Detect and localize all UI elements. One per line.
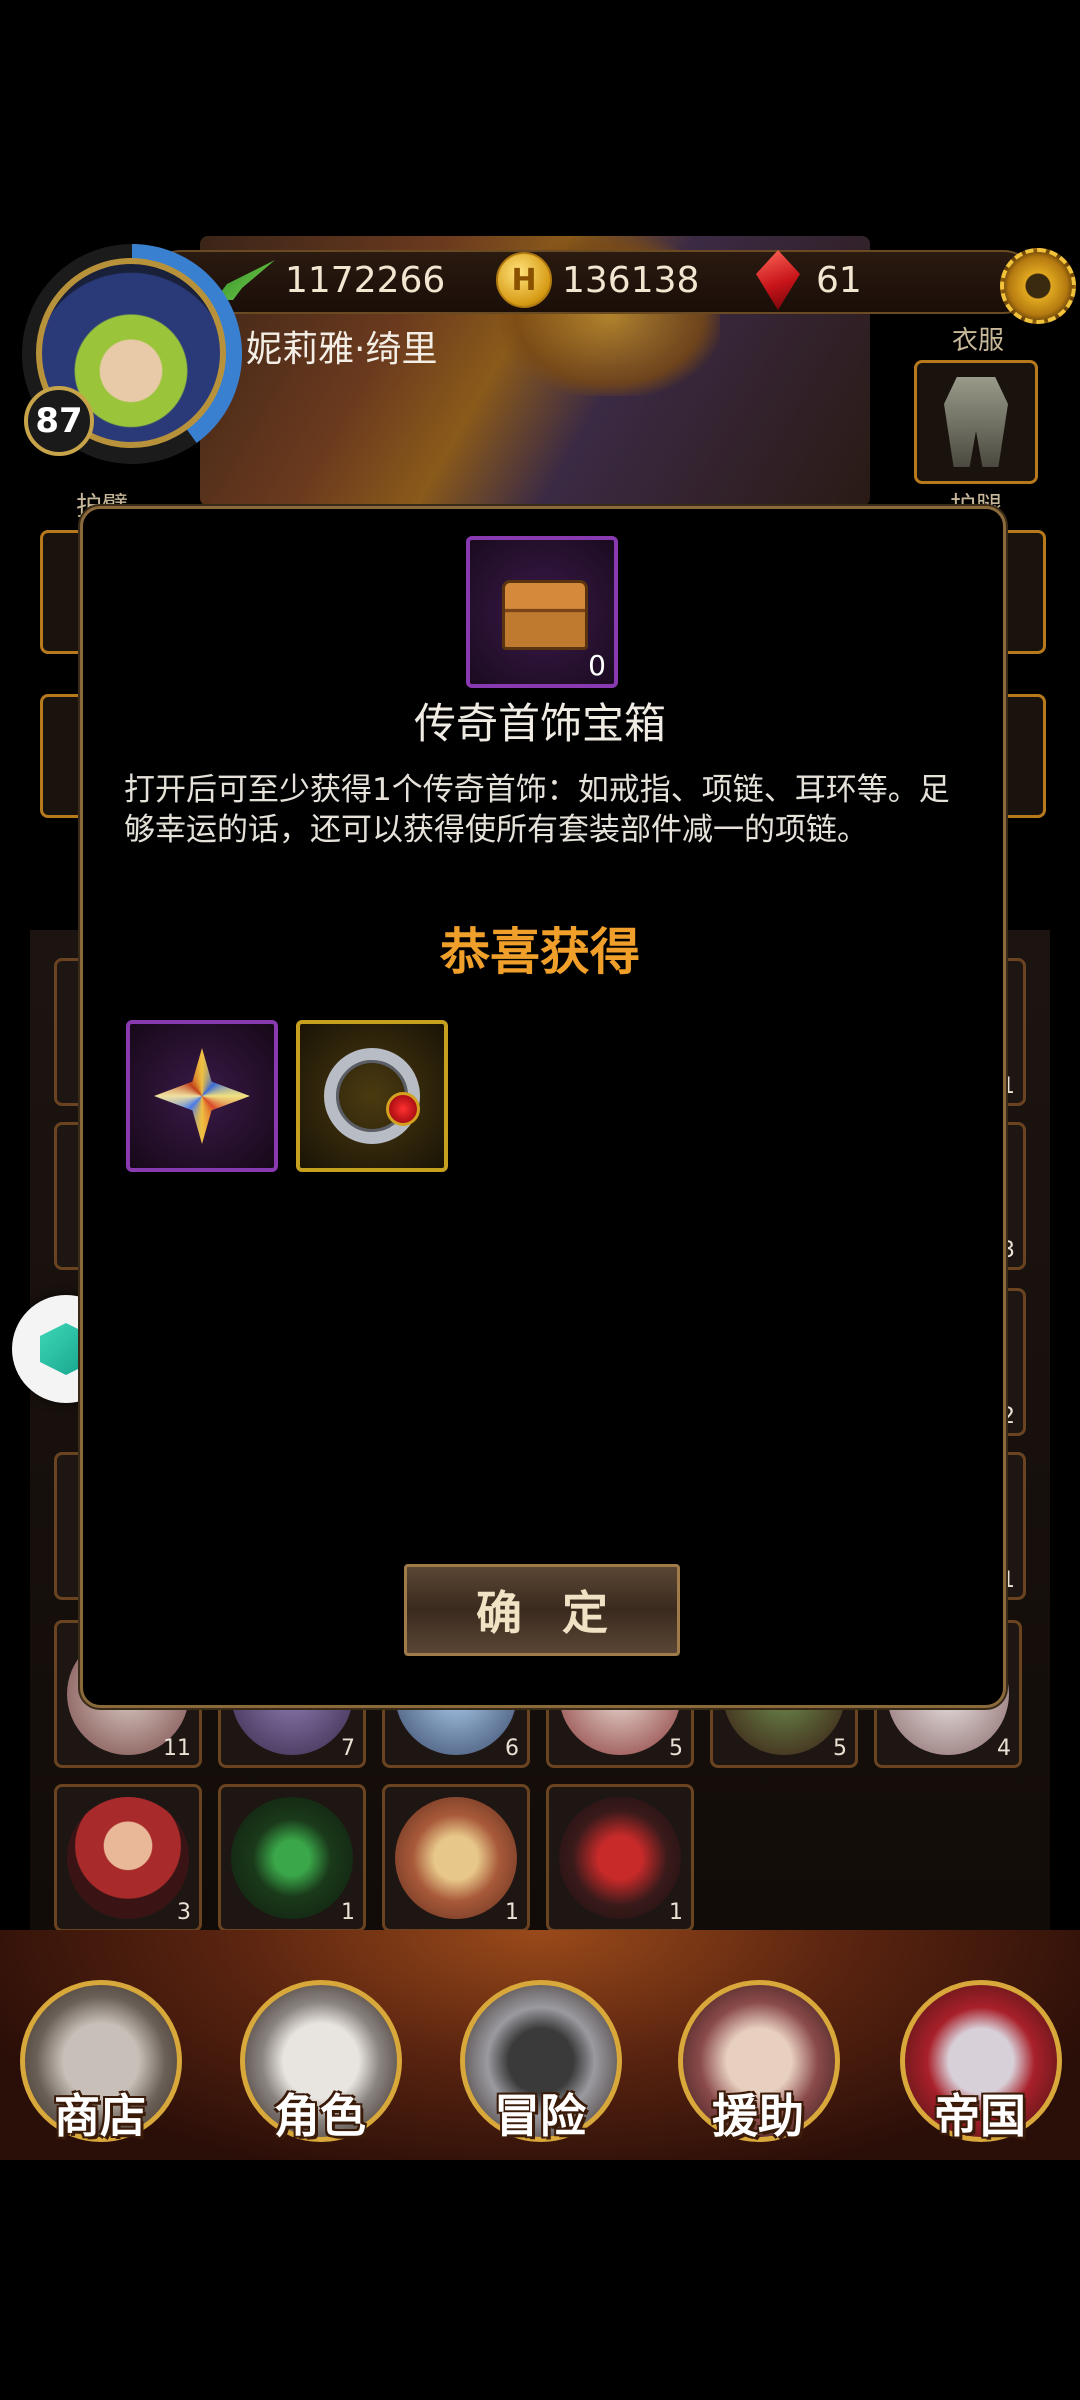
inventory-item[interactable]: 1	[382, 1784, 530, 1932]
gear-icon[interactable]	[1000, 248, 1076, 324]
nav-character-button[interactable]: 角色	[240, 1980, 402, 2150]
armor-icon	[944, 377, 1008, 467]
nav-empire-button[interactable]: 帝国	[900, 1980, 1062, 2150]
nav-adventure-label: 冒险	[494, 2089, 586, 2143]
gold-value: 136138	[562, 259, 700, 301]
gem-value: 61	[816, 259, 862, 301]
level-badge: 87	[24, 386, 94, 456]
equip-slot-legs[interactable]	[914, 360, 1038, 484]
nav-shop-label: 商店	[54, 2089, 146, 2143]
nav-shop-button[interactable]: 商店	[20, 1980, 182, 2150]
gold-coin-icon: H	[496, 252, 552, 308]
nav-empire-label: 帝国	[934, 2089, 1026, 2143]
treasure-chest-icon	[502, 580, 588, 650]
gem-resource[interactable]: 61	[756, 250, 862, 310]
reward-item-ring[interactable]	[296, 1020, 448, 1172]
inventory-item[interactable]: 1	[218, 1784, 366, 1932]
nav-assist-label: 援助	[712, 2089, 804, 2143]
inventory-item[interactable]: 3	[54, 1784, 202, 1932]
nav-assist-button[interactable]: 援助	[678, 1980, 840, 2150]
nav-character-label: 角色	[274, 2089, 366, 2143]
red-gem-icon	[756, 250, 800, 310]
gold-resource[interactable]: H 136138	[496, 250, 699, 310]
feather-resource[interactable]: 1172266	[215, 250, 445, 310]
item-title: 传奇首饰宝箱	[413, 699, 666, 748]
chest-item-slot: 0	[466, 536, 618, 688]
equip-label-clothes: 衣服	[952, 326, 1005, 356]
nav-adventure-button[interactable]: 冒险	[460, 1980, 622, 2150]
inventory-item[interactable]: 1	[546, 1784, 694, 1932]
congrats-heading: 恭喜获得	[440, 923, 640, 981]
chest-count: 0	[588, 649, 606, 682]
reward-item-amulet[interactable]	[126, 1020, 278, 1172]
player-name: 妮莉雅·绮里	[246, 329, 438, 370]
ruby-ring-icon	[324, 1048, 420, 1144]
item-description: 打开后可至少获得1个传奇首饰：如戒指、项链、耳环等。足够幸运的话，还可以获得使所…	[124, 772, 950, 848]
star-amulet-icon	[154, 1048, 250, 1144]
confirm-button[interactable]: 确定	[404, 1564, 680, 1656]
feather-value: 1172266	[285, 259, 446, 301]
